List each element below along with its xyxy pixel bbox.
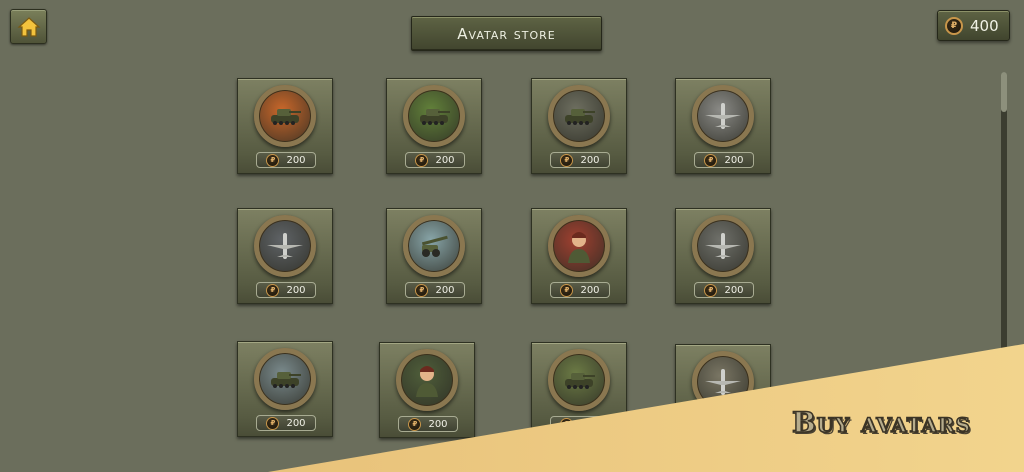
- tank-gold-icon: [548, 349, 610, 411]
- avatar-card[interactable]: ₽200: [379, 342, 475, 438]
- plane-emblem-icon: [692, 85, 754, 147]
- coin-icon: ₽: [560, 153, 574, 167]
- avatar-card[interactable]: ₽200: [675, 208, 771, 304]
- coin-icon: ₽: [415, 283, 429, 297]
- price-tag[interactable]: ₽200: [694, 418, 754, 434]
- price-value: 200: [580, 284, 600, 296]
- page-title: Avatar store: [411, 16, 602, 51]
- soldier-woman-icon: [548, 215, 610, 277]
- price-tag[interactable]: ₽200: [256, 152, 316, 168]
- avatar-card[interactable]: ₽200: [675, 78, 771, 174]
- price-value: 200: [580, 154, 600, 166]
- promo-banner: [268, 344, 1024, 472]
- plane-gear-icon: [692, 351, 754, 413]
- fighter-jet-icon: [692, 215, 754, 277]
- tank-compass-icon: [254, 348, 316, 410]
- avatar-card[interactable]: ₽200: [531, 342, 627, 438]
- scrollbar[interactable]: [1001, 72, 1007, 472]
- price-tag[interactable]: ₽200: [550, 282, 610, 298]
- avatar-card[interactable]: ₽200: [386, 208, 482, 304]
- home-button[interactable]: [10, 9, 47, 44]
- tank-sunburst-icon: [254, 85, 316, 147]
- price-tag[interactable]: ₽200: [405, 152, 465, 168]
- currency-balance: ₽ 400: [937, 10, 1010, 41]
- coin-icon: ₽: [704, 153, 718, 167]
- price-value: 200: [286, 417, 306, 429]
- avatar-card[interactable]: ₽200: [675, 344, 771, 440]
- price-tag[interactable]: ₽200: [256, 415, 316, 431]
- price-value: 200: [724, 420, 744, 432]
- coin-icon: ₽: [266, 153, 280, 167]
- price-value: 200: [435, 154, 455, 166]
- avatar-card[interactable]: ₽200: [386, 78, 482, 174]
- balance-value: 400: [970, 16, 999, 35]
- price-value: 200: [724, 284, 744, 296]
- coin-icon: ₽: [704, 419, 718, 433]
- coin-icon: ₽: [560, 283, 574, 297]
- bomber-plane-icon: [254, 215, 316, 277]
- price-tag[interactable]: ₽200: [550, 152, 610, 168]
- price-value: 200: [435, 284, 455, 296]
- coin-icon: ₽: [408, 417, 422, 431]
- price-value: 200: [580, 418, 600, 430]
- scroll-thumb[interactable]: [1001, 72, 1007, 112]
- price-value: 200: [428, 418, 448, 430]
- tank-green-icon: [403, 85, 465, 147]
- coin-icon: ₽: [415, 153, 429, 167]
- avatar-card[interactable]: ₽200: [531, 208, 627, 304]
- coin-icon: ₽: [945, 16, 963, 35]
- price-tag[interactable]: ₽200: [550, 416, 610, 432]
- coin-icon: ₽: [560, 417, 574, 431]
- coin-icon: ₽: [704, 283, 718, 297]
- price-tag[interactable]: ₽200: [398, 416, 458, 432]
- tank-desert-icon: [548, 85, 610, 147]
- price-tag[interactable]: ₽200: [694, 282, 754, 298]
- price-tag[interactable]: ₽200: [256, 282, 316, 298]
- promo-text: Buy avatars: [791, 405, 971, 440]
- avatar-card[interactable]: ₽200: [237, 341, 333, 437]
- coin-icon: ₽: [266, 283, 280, 297]
- avatar-card[interactable]: ₽200: [237, 208, 333, 304]
- avatar-card[interactable]: ₽200: [531, 78, 627, 174]
- avatar-card[interactable]: ₽200: [237, 78, 333, 174]
- coin-icon: ₽: [266, 416, 280, 430]
- price-tag[interactable]: ₽200: [694, 152, 754, 168]
- price-value: 200: [286, 154, 306, 166]
- price-value: 200: [724, 154, 744, 166]
- soldier-woman-green-icon: [396, 349, 458, 411]
- home-icon: [16, 16, 41, 37]
- price-tag[interactable]: ₽200: [405, 282, 465, 298]
- price-value: 200: [286, 284, 306, 296]
- artillery-gun-icon: [403, 215, 465, 277]
